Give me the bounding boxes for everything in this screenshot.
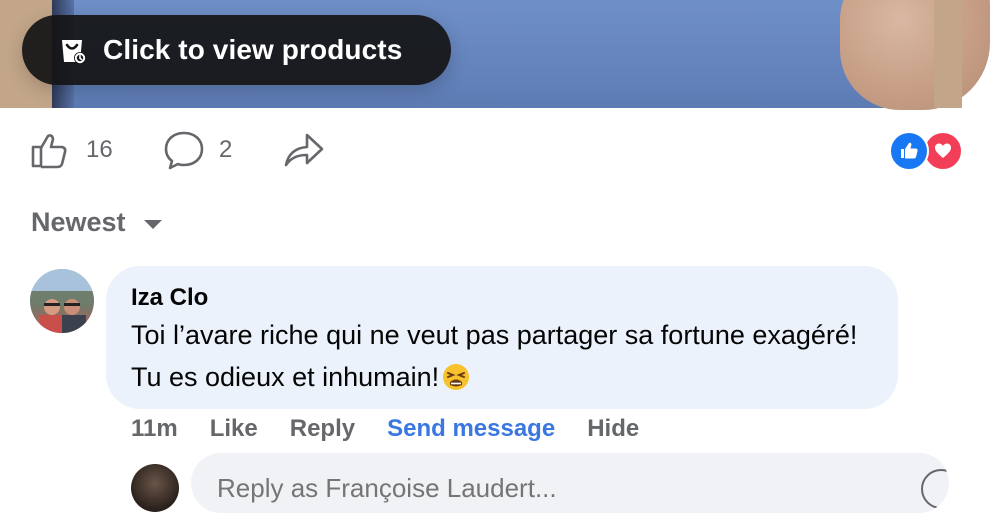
tired-face-emoji-icon	[441, 362, 471, 404]
page-gutter	[962, 108, 998, 482]
comment-body: Toi l’avare riche qui ne veut pas partag…	[131, 314, 881, 404]
reply-box[interactable]	[191, 453, 949, 513]
comment-like-link[interactable]: Like	[210, 415, 258, 443]
comment-sort-dropdown[interactable]: Newest	[31, 204, 162, 240]
view-products-button[interactable]: Click to view products	[22, 15, 451, 85]
like-reaction-icon	[889, 131, 929, 171]
shopping-bag-icon	[54, 32, 90, 68]
comment-text: Toi l’avare riche qui ne veut pas partag…	[131, 320, 858, 392]
thumbs-up-icon	[30, 130, 70, 170]
share-button[interactable]	[283, 120, 325, 180]
reply-input[interactable]	[215, 467, 699, 509]
emoji-icon[interactable]	[921, 469, 949, 509]
view-products-label: Click to view products	[103, 34, 403, 65]
like-count: 16	[86, 136, 113, 163]
media-hand	[840, 0, 990, 110]
send-message-link[interactable]: Send message	[387, 415, 555, 443]
chevron-down-icon	[143, 219, 162, 229]
media-border-right	[934, 0, 962, 108]
comment-button[interactable]: 2	[163, 120, 232, 180]
reactions-summary[interactable]	[889, 131, 963, 171]
comment-count: 2	[219, 136, 233, 163]
hide-comment-link[interactable]: Hide	[587, 415, 639, 443]
post-media[interactable]: Click to view products	[0, 0, 998, 110]
comment-meta: 11m Like Reply Send message Hide	[131, 412, 671, 446]
comment-icon	[163, 129, 205, 171]
comment-time[interactable]: 11m	[131, 415, 178, 443]
reply-tools	[921, 469, 949, 509]
sort-label: Newest	[31, 206, 126, 237]
reply-avatar	[131, 464, 179, 512]
avatar[interactable]	[30, 269, 94, 333]
like-button[interactable]: 16	[30, 120, 113, 180]
share-icon	[283, 130, 325, 170]
comment-author[interactable]: Iza Clo	[131, 284, 208, 312]
comment-reply-link[interactable]: Reply	[290, 415, 355, 443]
post-actions-bar: 16 2	[0, 120, 998, 180]
love-reaction-icon	[923, 131, 963, 171]
